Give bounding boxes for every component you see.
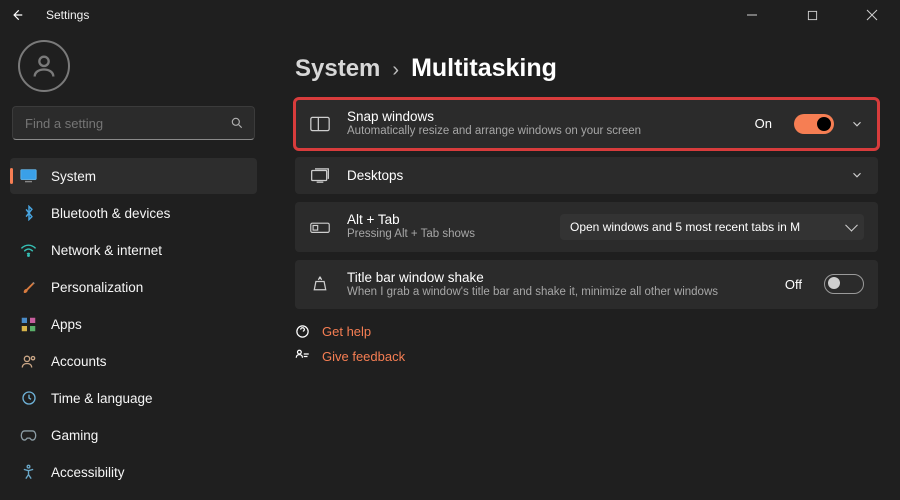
link-label: Give feedback bbox=[322, 349, 405, 364]
card-title: Alt + Tab bbox=[347, 212, 544, 227]
search-icon bbox=[230, 116, 244, 130]
nav-system[interactable]: System bbox=[10, 158, 257, 194]
give-feedback-link[interactable]: Give feedback bbox=[295, 344, 878, 369]
search-box[interactable] bbox=[12, 106, 255, 140]
nav-label: Personalization bbox=[51, 280, 143, 295]
apps-icon bbox=[20, 316, 37, 333]
card-subtitle: Pressing Alt + Tab shows bbox=[347, 228, 544, 242]
page-title: Multitasking bbox=[411, 54, 557, 83]
alt-tab-card[interactable]: Alt + Tab Pressing Alt + Tab shows Open … bbox=[295, 202, 878, 252]
wifi-icon bbox=[20, 242, 37, 259]
user-avatar[interactable] bbox=[18, 40, 70, 92]
nav-label: Gaming bbox=[51, 428, 98, 443]
alttab-dropdown[interactable]: Open windows and 5 most recent tabs in M bbox=[560, 214, 864, 240]
get-help-link[interactable]: Get help bbox=[295, 319, 878, 344]
nav-gaming[interactable]: Gaming bbox=[10, 417, 257, 453]
monitor-icon bbox=[20, 168, 37, 185]
help-icon bbox=[295, 324, 310, 339]
nav-apps[interactable]: Apps bbox=[10, 306, 257, 342]
nav-personalization[interactable]: Personalization bbox=[10, 269, 257, 305]
back-button[interactable] bbox=[6, 4, 28, 26]
nav-bluetooth[interactable]: Bluetooth & devices bbox=[10, 195, 257, 231]
clock-globe-icon bbox=[20, 390, 37, 407]
close-button[interactable] bbox=[850, 0, 894, 30]
toggle-state-label: Off bbox=[785, 277, 802, 292]
nav-accounts[interactable]: Accounts bbox=[10, 343, 257, 379]
titlebar: Settings bbox=[0, 0, 900, 30]
nav-label: Time & language bbox=[51, 391, 153, 406]
help-links: Get help Give feedback bbox=[295, 319, 878, 369]
snap-windows-card[interactable]: Snap windows Automatically resize and ar… bbox=[295, 99, 878, 149]
title-bar-shake-card[interactable]: Title bar window shake When I grab a win… bbox=[295, 260, 878, 310]
minimize-button[interactable] bbox=[730, 0, 774, 30]
sidebar: System Bluetooth & devices Network & int… bbox=[0, 30, 267, 500]
card-title: Desktops bbox=[347, 168, 834, 183]
gamepad-icon bbox=[20, 427, 37, 444]
alttab-icon bbox=[309, 220, 331, 234]
chevron-down-icon[interactable] bbox=[850, 168, 864, 182]
accounts-icon bbox=[20, 353, 37, 370]
feedback-icon bbox=[295, 349, 310, 364]
nav-network[interactable]: Network & internet bbox=[10, 232, 257, 268]
nav-label: Accessibility bbox=[51, 465, 125, 480]
shake-toggle[interactable] bbox=[824, 274, 864, 294]
nav-label: Bluetooth & devices bbox=[51, 206, 170, 221]
card-title: Snap windows bbox=[347, 109, 739, 124]
card-subtitle: When I grab a window's title bar and sha… bbox=[347, 286, 769, 300]
snap-toggle[interactable] bbox=[794, 114, 834, 134]
toggle-state-label: On bbox=[755, 116, 772, 131]
nav-time-language[interactable]: Time & language bbox=[10, 380, 257, 416]
breadcrumb-parent[interactable]: System bbox=[295, 55, 380, 83]
main-content: System › Multitasking Snap windows Autom… bbox=[267, 30, 900, 500]
window-title: Settings bbox=[46, 8, 89, 22]
nav-label: Network & internet bbox=[51, 243, 162, 258]
maximize-button[interactable] bbox=[790, 0, 834, 30]
search-input[interactable] bbox=[23, 115, 230, 132]
snap-icon bbox=[309, 116, 331, 132]
chevron-down-icon[interactable] bbox=[850, 117, 864, 131]
link-label: Get help bbox=[322, 324, 371, 339]
nav-label: System bbox=[51, 169, 96, 184]
nav-label: Accounts bbox=[51, 354, 107, 369]
nav-accessibility[interactable]: Accessibility bbox=[10, 454, 257, 490]
nav-list: System Bluetooth & devices Network & int… bbox=[10, 158, 257, 490]
breadcrumb: System › Multitasking bbox=[295, 54, 878, 83]
desktops-icon bbox=[309, 167, 331, 184]
brush-icon bbox=[20, 279, 37, 296]
shake-icon bbox=[309, 275, 331, 293]
accessibility-icon bbox=[20, 464, 37, 481]
nav-label: Apps bbox=[51, 317, 82, 332]
desktops-card[interactable]: Desktops bbox=[295, 157, 878, 194]
breadcrumb-separator: › bbox=[392, 59, 399, 82]
bluetooth-icon bbox=[20, 205, 37, 222]
card-subtitle: Automatically resize and arrange windows… bbox=[347, 125, 739, 139]
card-title: Title bar window shake bbox=[347, 270, 769, 285]
